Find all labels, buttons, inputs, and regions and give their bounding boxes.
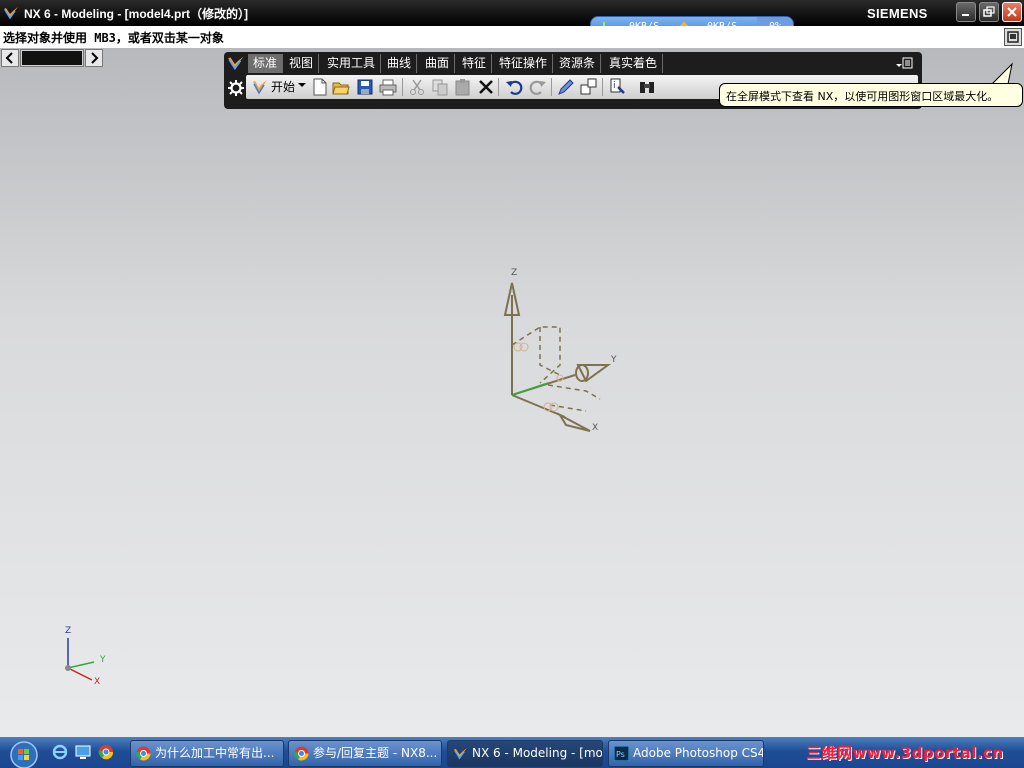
copy-icon[interactable] [431,78,449,96]
scroll-right-button[interactable] [85,49,103,67]
taskbar-item-nx[interactable]: NX 6 - Modeling - [mod... [447,740,603,767]
chevron-right-icon [91,52,99,64]
window-title: NX 6 - Modeling - [model4.prt（修改的）] [24,7,248,21]
delete-icon[interactable] [477,78,495,96]
print-icon[interactable] [379,78,397,96]
triad-y-label: Y [100,655,106,665]
csys-z-label: Z [511,268,518,278]
taskbar-item-browser-1[interactable]: 为什么加工中常有出... [130,740,284,767]
close-icon [1007,7,1017,17]
nx-logo-icon [4,7,18,20]
redo-icon[interactable] [529,78,547,96]
cue-line-text: 选择对象并使用 MB3，或者双击某一对象 [3,31,224,45]
cut-icon[interactable] [408,78,426,96]
separator [602,78,603,96]
start-menu-icon[interactable] [251,78,269,96]
nav-slider-thumb[interactable] [22,51,82,65]
chrome-icon[interactable] [98,744,114,760]
tab-features[interactable]: 特征 [457,54,493,73]
save-icon[interactable] [356,78,374,96]
full-screen-tooltip: 在全屏模式下查看 NX，以使可用图形窗口区域最大化。 [719,83,1023,107]
separator [402,78,403,96]
taskbar-item-label: NX 6 - Modeling - [mod... [472,746,603,760]
undo-icon[interactable] [505,78,523,96]
tab-view[interactable]: 视图 [284,54,320,73]
chevron-left-icon [5,52,13,64]
svg-text:Ps: Ps [616,750,625,759]
datum-csys[interactable] [490,265,630,445]
site-watermark: 三维网www.3dportal.cn [806,744,1004,762]
csys-y-label: Y [611,355,617,365]
separator [551,78,552,96]
tab-utilities[interactable]: 实用工具 [322,54,382,73]
edit-object-icon[interactable] [557,78,575,96]
nx-logo-icon[interactable] [226,54,246,72]
minimize-button[interactable] [956,2,976,22]
triad-x-label: X [94,677,101,687]
show-desktop-icon[interactable] [75,744,91,760]
full-screen-button[interactable] [1004,28,1022,46]
chrome-icon [136,746,151,761]
close-button[interactable] [1002,2,1022,22]
ie-icon[interactable] [52,744,68,760]
svg-text:i: i [613,81,616,91]
taskbar-item-label: Adobe Photoshop CS4... [633,746,764,760]
restore-button[interactable] [979,2,999,22]
restore-icon [983,6,995,17]
taskbar-item-label: 为什么加工中常有出... [155,746,275,760]
tab-standard[interactable]: 标准 [248,54,284,73]
paste-icon[interactable] [454,78,472,96]
binoculars-icon[interactable] [638,78,656,96]
open-folder-icon[interactable] [332,78,350,96]
ribbon-menu-icon[interactable] [894,55,914,71]
full-screen-icon [1007,31,1019,43]
chevron-down-icon [298,83,306,87]
separator [498,78,499,96]
taskbar-item-photoshop[interactable]: Ps Adobe Photoshop CS4... [608,740,764,767]
windows-start-icon[interactable] [4,740,42,768]
tab-resource-bar[interactable]: 资源条 [554,54,602,73]
taskbar-item-label: 参与/回复主题 - NX8... [313,746,438,760]
gear-icon[interactable] [227,79,245,97]
display-icon[interactable] [580,78,598,96]
chrome-icon [294,746,309,761]
siemens-brand: SIEMENS [867,6,928,21]
tab-feature-operations[interactable]: 特征操作 [494,54,554,73]
photoshop-icon: Ps [614,746,629,761]
nav-slider-track[interactable] [20,49,84,67]
cue-line-bar: 选择对象并使用 MB3，或者双击某一对象 [0,26,1024,49]
minimize-icon [962,14,969,16]
tab-curves[interactable]: 曲线 [382,54,418,73]
triad-z-label: Z [65,626,72,636]
start-button[interactable]: 开始 [271,78,295,95]
csys-x-label: X [592,423,599,433]
tab-surfaces[interactable]: 曲面 [420,54,456,73]
tab-true-shading[interactable]: 真实着色 [604,54,664,73]
scroll-left-button[interactable] [1,49,19,67]
title-bar: NX 6 - Modeling - [model4.prt（修改的）] SIEM… [0,0,1024,26]
new-file-icon[interactable] [311,78,329,96]
nx-icon [453,747,468,760]
taskbar-item-browser-2[interactable]: 参与/回复主题 - NX8... [288,740,442,767]
info-icon[interactable]: i [609,78,627,96]
